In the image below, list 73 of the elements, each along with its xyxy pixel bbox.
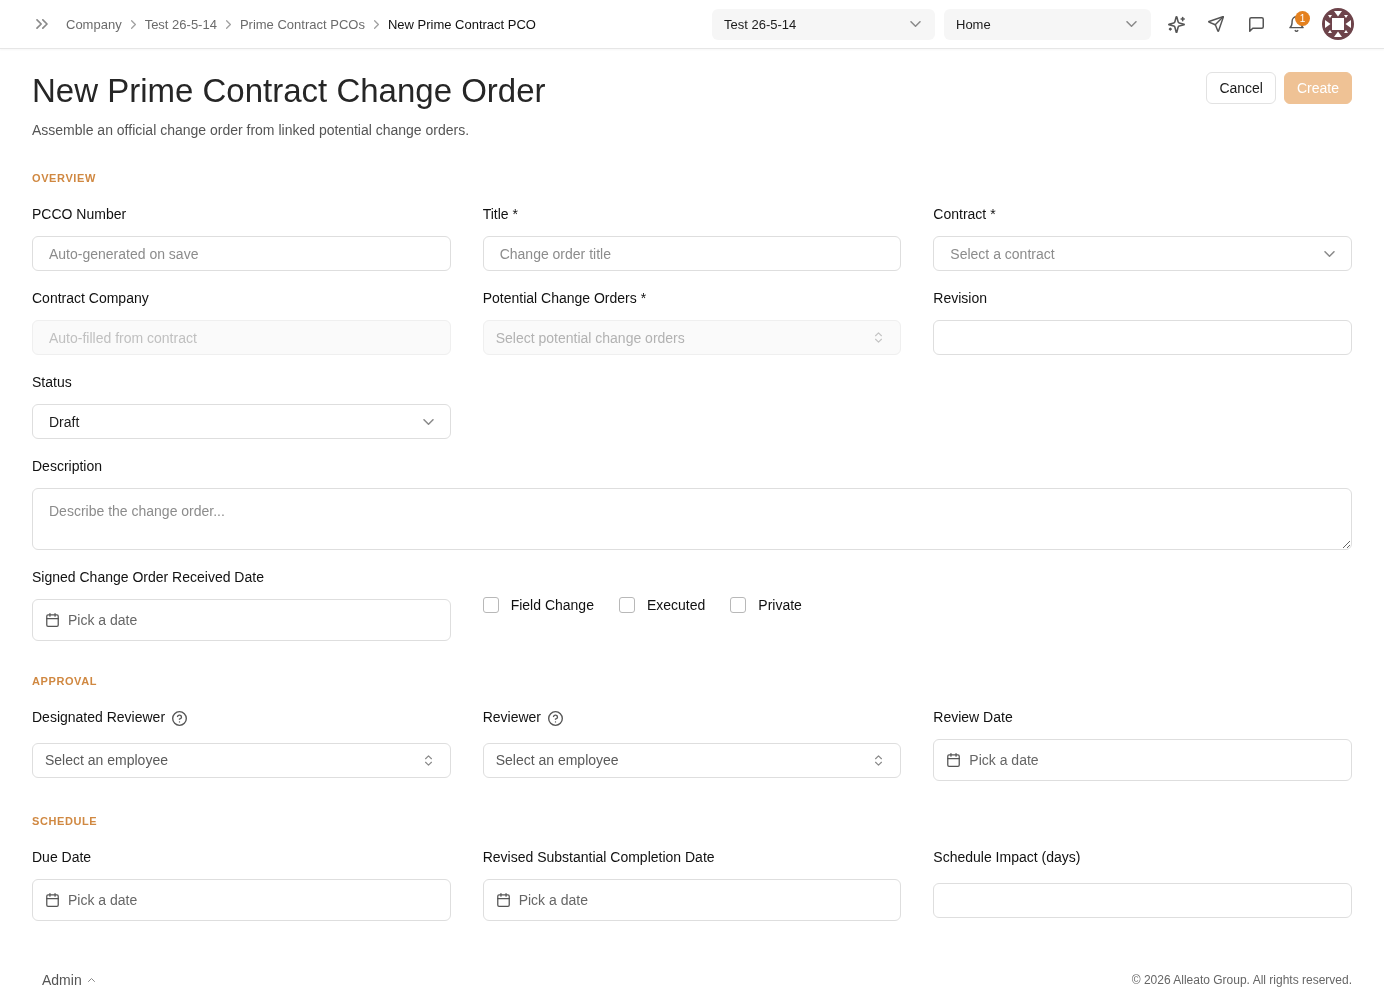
field-label: Reviewer: [482, 708, 541, 727]
input-field[interactable]: [933, 882, 1352, 918]
help-icon[interactable]: [172, 711, 188, 726]
breadcrumb-link[interactable]: Company: [66, 16, 122, 32]
user-menu-button[interactable]: Admin: [42, 972, 95, 988]
chevron-down-icon: [1324, 250, 1335, 257]
chevron-up-icon: [87, 978, 95, 982]
textarea-field[interactable]: Describe the change order...: [32, 488, 1352, 550]
page-subtitle: Assemble an official change order from linked potential change orders.: [32, 121, 471, 140]
secondary-button[interactable]: Cancel: [1206, 72, 1276, 104]
field-label: Title *: [482, 205, 518, 224]
double-chevron-right-icon: [36, 19, 48, 29]
calendar-icon: [496, 893, 510, 907]
field-label: PCCO Number: [32, 205, 127, 224]
date-picker-field[interactable]: Pick a date: [32, 879, 451, 921]
page-title: New Prime Contract Change Order: [32, 72, 546, 110]
chevron-right-icon: [130, 19, 136, 29]
checkbox-label: Private: [758, 597, 802, 613]
section-heading: APPROVAL: [32, 674, 99, 688]
field-label: Contract *: [933, 205, 996, 224]
input-field[interactable]: Auto-generated on save: [32, 236, 451, 271]
send-icon: [1208, 16, 1224, 32]
field-label: Revised Substantial Completion Date: [482, 848, 715, 867]
header-dropdown[interactable]: Home: [944, 8, 1151, 40]
chevron-down-icon: [1126, 21, 1137, 27]
field-label: Contract Company: [32, 289, 149, 308]
field-label: Revision: [933, 289, 988, 308]
breadcrumb-link[interactable]: New Prime Contract PCO: [387, 16, 536, 32]
checkbox[interactable]: [482, 597, 499, 613]
field-label: Potential Change Orders *: [482, 289, 647, 308]
checkbox-label: Field Change: [510, 597, 594, 613]
breadcrumb-link[interactable]: Prime Contract PCOs: [239, 16, 365, 32]
field-label: Signed Change Order Received Date: [32, 568, 264, 587]
chevron-down-icon: [422, 418, 434, 425]
section-heading: OVERVIEW: [32, 171, 97, 185]
chevrons-up-down-icon: [875, 332, 883, 343]
field-label: Description: [32, 457, 103, 476]
checkbox[interactable]: [618, 597, 635, 613]
checkbox[interactable]: [730, 597, 747, 613]
dropdown-field[interactable]: Select a contract: [933, 236, 1352, 271]
bell-icon: [1288, 16, 1304, 32]
breadcrumb-link[interactable]: Test 26-5-14: [144, 16, 217, 32]
field-label: Due Date: [32, 848, 92, 867]
field-label: Schedule Impact (days): [933, 848, 1081, 867]
calendar-icon: [947, 753, 961, 767]
input-field[interactable]: Change order title: [482, 236, 902, 271]
field-label: Status: [32, 373, 72, 392]
chevron-right-icon: [373, 19, 379, 29]
avatar-icon[interactable]: [1322, 8, 1354, 40]
copyright-text: © 2026 Alleato Group. All rights reserved.: [1131, 973, 1352, 987]
chevron-right-icon: [225, 19, 231, 29]
help-icon[interactable]: [548, 711, 563, 726]
chevron-down-icon: [910, 21, 921, 27]
message-icon: [1248, 16, 1264, 32]
combobox-field[interactable]: Select an employee: [32, 742, 451, 778]
header-dropdown[interactable]: Test 26-5-14: [712, 8, 935, 40]
date-picker-field[interactable]: Pick a date: [933, 739, 1352, 781]
combobox-field[interactable]: Select an employee: [482, 742, 902, 778]
date-picker-field[interactable]: Pick a date: [32, 599, 451, 641]
notification-badge: 1: [1295, 11, 1310, 26]
input-field[interactable]: [933, 320, 1352, 355]
dropdown-field[interactable]: Draft: [32, 404, 451, 439]
chevrons-up-down-icon: [424, 754, 432, 766]
calendar-icon: [46, 613, 59, 627]
section-heading: SCHEDULE: [32, 814, 99, 828]
field-label: Designated Reviewer: [32, 708, 166, 727]
sidebar-toggle-button[interactable]: [36, 19, 48, 29]
checkbox-label: Executed: [646, 597, 706, 613]
calendar-icon: [46, 893, 59, 907]
date-picker-field[interactable]: Pick a date: [482, 879, 902, 921]
chevrons-up-down-icon: [875, 754, 883, 766]
field-label: Review Date: [933, 708, 1013, 727]
sparkle-icon: [1167, 15, 1185, 33]
